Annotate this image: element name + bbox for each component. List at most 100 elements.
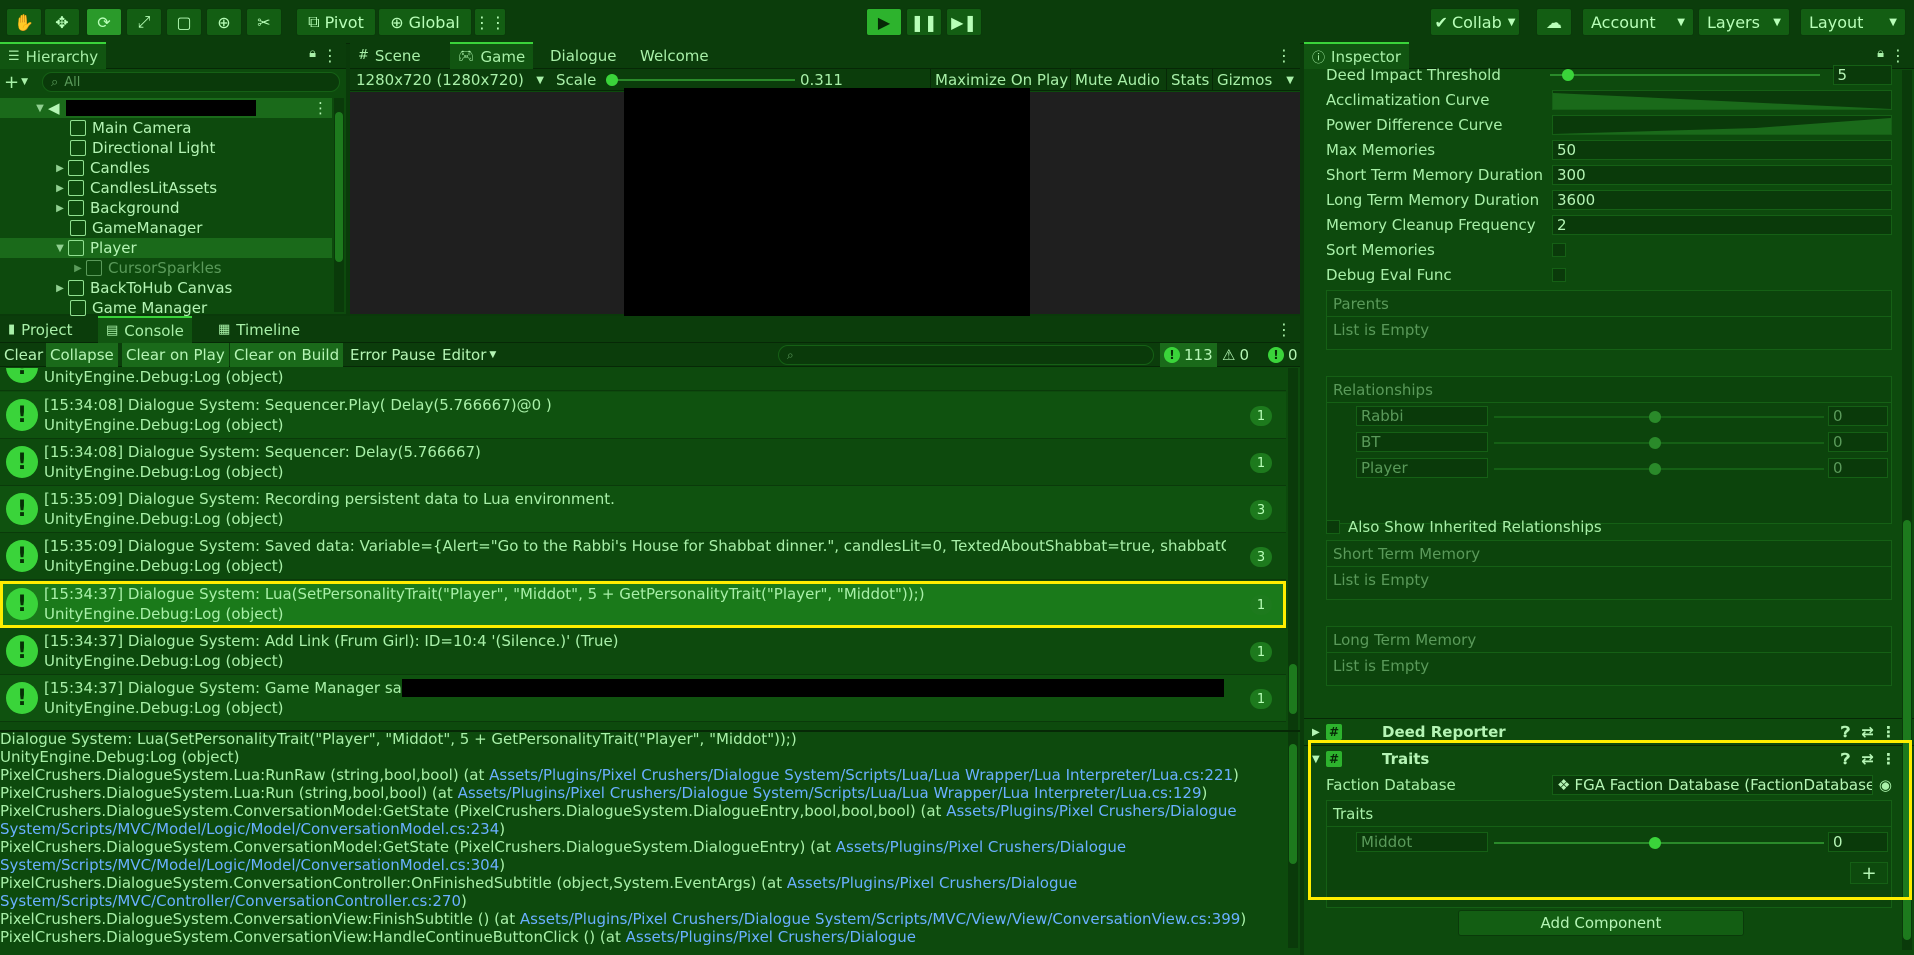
rotate-tool-icon[interactable]: ⟳ (86, 8, 122, 36)
expand-arrow-icon[interactable]: ▼ (34, 103, 46, 114)
stats-button[interactable]: Stats (1166, 69, 1213, 91)
mute-audio-button[interactable]: Mute Audio (1070, 69, 1164, 91)
console-entry[interactable]: ! [15:35:09] Dialogue System: Saved data… (0, 533, 1286, 580)
layers-dropdown[interactable]: Layers ▼ (1698, 8, 1790, 36)
add-icon[interactable]: + (4, 72, 19, 93)
collapse-button[interactable]: Collapse (46, 343, 118, 367)
tab-welcome[interactable]: Welcome (632, 42, 717, 69)
game-render-canvas[interactable] (624, 88, 1030, 316)
source-link[interactable]: Assets/Plugins/Pixel Crushers/Dialogue S… (520, 910, 1240, 928)
expand-arrow-icon[interactable]: ▶ (54, 183, 66, 194)
error-filter-toggle[interactable]: ! 0 (1264, 343, 1302, 367)
play-button[interactable]: ▶ (866, 8, 902, 36)
hierarchy-item[interactable]: Game Manager (0, 298, 332, 318)
relationship-slider-knob[interactable] (1649, 463, 1661, 475)
cloud-icon[interactable]: ☁ (1536, 8, 1572, 36)
relationship-name-field[interactable]: Rabbi (1356, 406, 1488, 426)
hierarchy-search-input[interactable]: ⌕ All (42, 72, 340, 92)
expand-arrow-icon[interactable]: ▶ (72, 263, 84, 274)
account-dropdown[interactable]: Account ▼ (1582, 8, 1694, 36)
scale-slider-track[interactable] (610, 79, 795, 81)
source-link[interactable]: Assets/Plugins/Pixel Crushers/Dialogue (787, 874, 1077, 892)
hierarchy-item-selected[interactable]: ▼ Player (0, 238, 332, 258)
source-link[interactable]: System/Scripts/MVC/Model/Logic/Model/Con… (0, 856, 499, 874)
expand-arrow-icon[interactable]: ▶ (54, 283, 66, 294)
kebab-menu-icon[interactable]: ⋮ (1276, 320, 1292, 339)
hierarchy-item[interactable]: Main Camera (0, 118, 332, 138)
source-link[interactable]: Assets/Plugins/Pixel Crushers/Dialogue (836, 838, 1126, 856)
grid-snap-icon[interactable]: ⋮⋮ (474, 8, 506, 36)
move-tool-icon[interactable]: ✥ (44, 8, 80, 36)
scale-tool-icon[interactable]: ⤢ (126, 8, 162, 36)
kebab-menu-icon[interactable]: ⋮ (313, 99, 328, 117)
console-entry-selected[interactable]: ! [15:34:37] Dialogue System: Lua(SetPer… (0, 581, 1286, 628)
help-icon[interactable]: ❓︎ (1841, 723, 1850, 741)
scene-root-row[interactable]: ▼ ◀ ⋮ (0, 98, 332, 118)
relationship-name-field[interactable]: BT (1356, 432, 1488, 452)
scrollbar-thumb[interactable] (1289, 744, 1297, 864)
relationship-name-field[interactable]: Player (1356, 458, 1488, 478)
source-link[interactable]: Assets/Plugins/Pixel Crushers/Dialogue S… (489, 766, 1233, 784)
error-pause-button[interactable]: Error Pause (346, 343, 439, 367)
slider-knob[interactable] (1561, 69, 1574, 81)
preset-icon[interactable]: ⇄ (1861, 723, 1874, 741)
collab-button[interactable]: ✔ Collab ▼ (1430, 8, 1520, 36)
hand-tool-icon[interactable]: ✋ (6, 8, 42, 36)
tab-scene[interactable]: # Scene (350, 42, 429, 69)
tab-console[interactable]: ▤ Console (98, 316, 192, 343)
expand-arrow-icon[interactable]: ▶ (54, 203, 66, 214)
console-entry[interactable]: ! UnityEngine.Debug:Log (object) (0, 368, 1286, 391)
transform-tool-icon[interactable]: ⊕ (206, 8, 242, 36)
trace-scrollbar[interactable] (1288, 732, 1298, 948)
editor-dropdown[interactable]: Editor ▼ (438, 343, 500, 367)
tab-project[interactable]: ▮ Project (0, 316, 80, 343)
relationship-slider-knob[interactable] (1649, 411, 1661, 423)
kebab-menu-icon[interactable]: ⋮ (322, 46, 338, 65)
tab-game[interactable]: 🎮︎ Game (450, 42, 534, 69)
hierarchy-item[interactable]: ▶ Candles (0, 158, 332, 178)
console-entry[interactable]: ! [15:34:37] Dialogue System: Game Manag… (0, 675, 1286, 722)
hierarchy-item-disabled[interactable]: ▶ CursorSparkles (0, 258, 332, 278)
warning-filter-toggle[interactable]: ⚠ 0 (1218, 343, 1253, 367)
gizmos-dropdown[interactable]: Gizmos ▼ (1212, 69, 1298, 91)
info-filter-toggle[interactable]: ! 113 (1160, 343, 1217, 367)
max-memories-input[interactable]: 50 (1552, 140, 1892, 160)
acclimatization-curve-field[interactable] (1552, 90, 1892, 110)
source-link[interactable]: Assets/Plugins/Pixel Crushers/Dialogue (626, 928, 916, 946)
hierarchy-item[interactable]: GameManager (0, 218, 332, 238)
clear-on-build-button[interactable]: Clear on Build (230, 343, 344, 367)
tab-hierarchy[interactable]: ☰ Hierarchy (0, 42, 107, 69)
console-entry[interactable]: ! [15:34:08] Dialogue System: Sequencer.… (0, 392, 1286, 439)
scrollbar-thumb[interactable] (1289, 664, 1297, 714)
chevron-down-icon[interactable]: ▼ (21, 77, 28, 87)
short-term-duration-input[interactable]: 300 (1552, 165, 1892, 185)
console-entry[interactable]: ! [15:34:08] Dialogue System: Sequencer:… (0, 439, 1286, 486)
add-component-button[interactable]: Add Component (1458, 910, 1744, 936)
hierarchy-item[interactable]: ▶ BackToHub Canvas (0, 278, 332, 298)
sort-memories-checkbox[interactable] (1552, 243, 1566, 257)
hierarchy-item[interactable]: Directional Light (0, 138, 332, 158)
layout-dropdown[interactable]: Layout ▼ (1800, 8, 1906, 36)
lock-icon[interactable]: 🔒︎ (1877, 46, 1884, 61)
source-link[interactable]: Assets/Plugins/Pixel Crushers/Dialogue S… (458, 784, 1202, 802)
relationship-value-field[interactable]: 0 (1828, 406, 1888, 426)
clear-on-play-button[interactable]: Clear on Play (122, 343, 229, 367)
lock-icon[interactable]: 🔒︎ (309, 46, 316, 61)
pivot-button[interactable]: ⧉ Pivot (296, 8, 376, 36)
cleanup-frequency-input[interactable]: 2 (1552, 215, 1892, 235)
tab-timeline[interactable]: ▦ Timeline (210, 316, 308, 343)
scrollbar-thumb[interactable] (335, 112, 343, 262)
relationship-slider-knob[interactable] (1649, 437, 1661, 449)
relationship-value-field[interactable]: 0 (1828, 458, 1888, 478)
deed-threshold-input[interactable]: 5 (1832, 65, 1892, 85)
source-link[interactable]: System/Scripts/MVC/Controller/Conversati… (0, 892, 461, 910)
relationship-value-field[interactable]: 0 (1828, 432, 1888, 452)
deed-threshold-slider[interactable] (1549, 65, 1827, 85)
hierarchy-item[interactable]: ▶ CandlesLitAssets (0, 178, 332, 198)
stack-trace-detail[interactable]: Dialogue System: Lua(SetPersonalityTrait… (0, 730, 1290, 950)
kebab-menu-icon[interactable]: ⋮ (1890, 46, 1906, 65)
tab-dialogue[interactable]: Dialogue (542, 42, 625, 69)
global-button[interactable]: ⊕ Global (378, 8, 472, 36)
resolution-dropdown[interactable]: 1280x720 (1280x720) ▼ (352, 69, 548, 91)
kebab-menu-icon[interactable]: ⋮ (1276, 46, 1292, 65)
